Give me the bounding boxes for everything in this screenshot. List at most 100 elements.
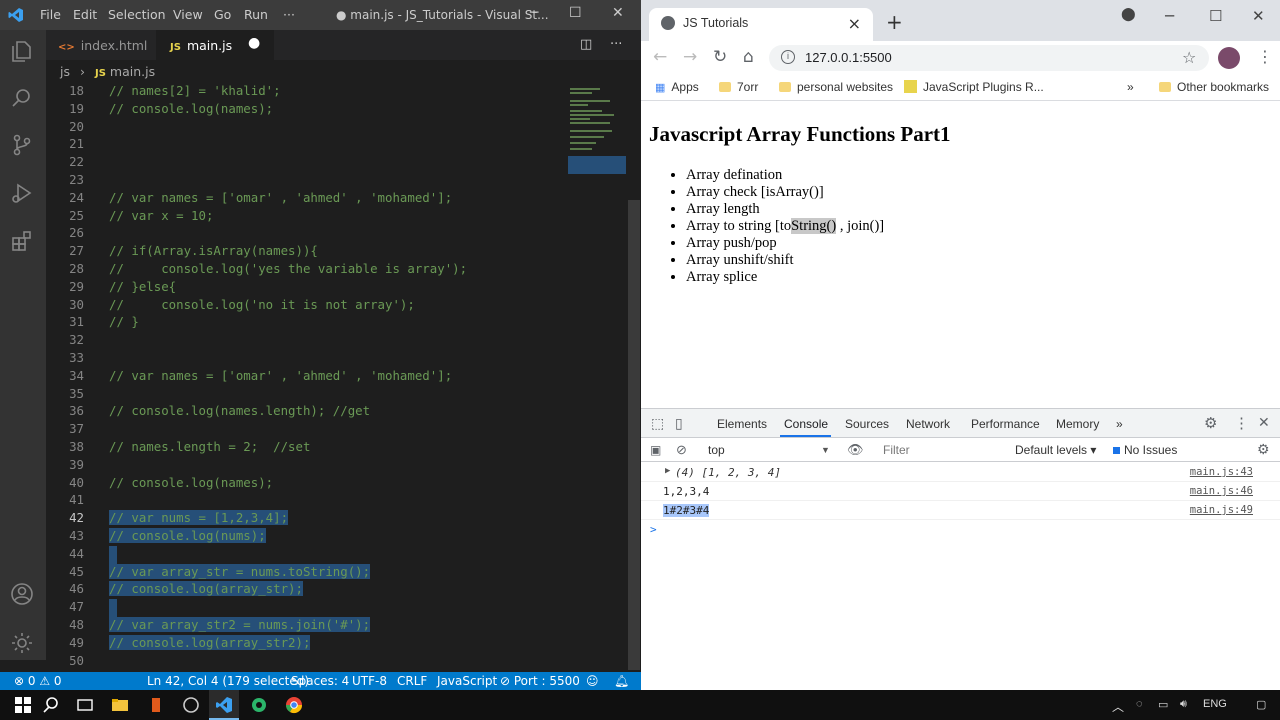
sidebar-toggle-icon[interactable]: ▣ xyxy=(650,443,661,457)
task-view-icon[interactable] xyxy=(76,696,94,714)
tab-performance[interactable]: Performance xyxy=(971,417,1040,431)
code-line[interactable]: 35 xyxy=(46,386,628,404)
battery-icon[interactable]: ▭ xyxy=(1158,698,1168,711)
language-mode[interactable]: JavaScript xyxy=(437,674,497,688)
code-line[interactable]: 18 // names[2] = 'khalid'; xyxy=(46,83,628,101)
feedback-icon[interactable]: ☺ xyxy=(586,674,599,688)
maximize-button[interactable]: ☐ xyxy=(1209,7,1222,25)
bookmark-javascript-plugins[interactable]: JavaScript Plugins R... xyxy=(904,80,1044,94)
code-line[interactable]: 41 xyxy=(46,492,628,510)
menu-view[interactable]: View xyxy=(173,7,203,22)
chrome-menu-icon[interactable]: ⋮ xyxy=(1257,47,1273,66)
log-levels-dropdown[interactable]: Default levels ▾ xyxy=(1015,443,1096,457)
volume-icon[interactable]: 🔊︎ xyxy=(1180,698,1187,711)
more-actions-icon[interactable]: ··· xyxy=(610,37,622,52)
tab-sources[interactable]: Sources xyxy=(845,417,889,431)
menu-file[interactable]: File xyxy=(40,7,61,22)
forward-arrow-icon[interactable]: → xyxy=(683,47,697,67)
code-line[interactable]: 50 xyxy=(46,653,628,670)
live-expression-eye-icon[interactable]: 👁︎ xyxy=(847,442,864,458)
code-line[interactable]: 37 xyxy=(46,421,628,439)
close-tab-icon[interactable]: × xyxy=(848,14,861,33)
message-source-link[interactable]: main.js:43 xyxy=(1190,466,1253,478)
tab-memory[interactable]: Memory xyxy=(1056,417,1099,431)
code-line[interactable]: 38 // names.length = 2; //set xyxy=(46,439,628,457)
code-line[interactable]: 33 xyxy=(46,350,628,368)
language-indicator[interactable]: ENG xyxy=(1203,698,1227,710)
chrome-icon[interactable] xyxy=(285,696,303,714)
devtools-settings-icon[interactable]: ⚙ xyxy=(1204,414,1217,432)
source-control-icon[interactable] xyxy=(9,132,37,160)
clear-console-icon[interactable]: ⊘ xyxy=(676,442,687,458)
network-icon[interactable]: ◌ xyxy=(1136,698,1143,710)
devtools-menu-icon[interactable]: ⋮ xyxy=(1234,414,1249,432)
tab-console[interactable]: Console xyxy=(784,417,828,431)
code-line[interactable]: 48 // var array_str2 = nums.join('#'); xyxy=(46,617,628,635)
address-bar[interactable]: i 127.0.0.1:5500 xyxy=(769,45,1209,71)
message-source-link[interactable]: main.js:46 xyxy=(1190,485,1253,497)
chrome-tab[interactable]: JS Tutorials × xyxy=(649,8,873,41)
code-line[interactable]: 30 // console.log('no it is not array'); xyxy=(46,297,628,315)
code-line[interactable]: 46 // console.log(array_str); xyxy=(46,581,628,599)
code-line[interactable]: 49 // console.log(array_str2); xyxy=(46,634,628,653)
code-line[interactable]: 32 xyxy=(46,332,628,350)
vscode-icon[interactable] xyxy=(215,696,233,714)
bookmark-star-icon[interactable]: ☆ xyxy=(1182,48,1196,67)
message-source-link[interactable]: main.js:49 xyxy=(1190,504,1253,516)
menu-go[interactable]: Go xyxy=(214,7,231,22)
app-icon[interactable] xyxy=(147,696,165,714)
menu-edit[interactable]: Edit xyxy=(73,7,97,22)
code-line[interactable]: 44 xyxy=(46,545,628,564)
home-icon[interactable]: ⌂ xyxy=(743,47,754,67)
code-line[interactable]: 19 // console.log(names); xyxy=(46,101,628,119)
minimize-button[interactable]: ─ xyxy=(530,5,538,21)
inspect-element-icon[interactable]: ⬚ xyxy=(651,415,664,432)
code-line[interactable]: 43 // console.log(nums); xyxy=(46,528,628,546)
code-line[interactable]: 20 xyxy=(46,119,628,137)
new-tab-button[interactable]: + xyxy=(886,10,903,34)
account-icon[interactable] xyxy=(9,581,37,609)
info-icon[interactable]: i xyxy=(781,50,795,64)
code-line[interactable]: 39 xyxy=(46,457,628,475)
expand-arrow-icon[interactable]: ▶ xyxy=(665,466,670,476)
bookmark-7orr[interactable]: 7orr xyxy=(719,80,758,94)
console-prompt[interactable]: > xyxy=(641,520,1280,539)
end-of-line[interactable]: CRLF xyxy=(397,674,427,688)
menu-run[interactable]: Run xyxy=(244,7,268,22)
menu-more[interactable]: ··· xyxy=(283,7,295,22)
code-line[interactable]: 23 xyxy=(46,172,628,190)
windows-start-icon[interactable] xyxy=(14,696,32,714)
chevron-down-icon[interactable]: ▼ xyxy=(821,445,830,455)
indentation[interactable]: Spaces: 4 xyxy=(291,674,349,688)
breadcrumb-folder[interactable]: js xyxy=(60,64,70,79)
code-line[interactable]: 45 // var array_str = nums.toString(); xyxy=(46,563,628,582)
code-line[interactable]: 25 // var x = 10; xyxy=(46,208,628,226)
settings-gear-icon[interactable] xyxy=(9,630,37,658)
reload-icon[interactable]: ↻ xyxy=(713,47,727,67)
search-icon[interactable] xyxy=(42,696,60,714)
bookmark-apps[interactable]: ▦ Apps xyxy=(655,80,699,94)
close-devtools-icon[interactable]: ✕ xyxy=(1258,414,1270,431)
tab-index-html[interactable]: <> index.html xyxy=(46,30,156,60)
notifications-icon[interactable]: ▢ xyxy=(1256,698,1266,711)
live-server-port[interactable]: ⊘ Port : 5500 xyxy=(500,674,580,688)
file-explorer-icon[interactable] xyxy=(111,696,129,714)
code-line[interactable]: 22 xyxy=(46,154,628,172)
minimize-button[interactable]: ─ xyxy=(1165,7,1174,25)
more-bookmarks-icon[interactable]: » xyxy=(1127,80,1134,94)
menu-selection[interactable]: Selection xyxy=(108,7,166,22)
issues-button[interactable]: No Issues xyxy=(1113,443,1177,457)
tab-network[interactable]: Network xyxy=(906,417,950,431)
code-line[interactable]: 31 // } xyxy=(46,314,628,332)
encoding[interactable]: UTF-8 xyxy=(352,674,387,688)
code-line[interactable]: 36 // console.log(names.length); //get xyxy=(46,403,628,421)
minimap[interactable] xyxy=(566,82,628,177)
code-line[interactable]: 24 // var names = ['omar' , 'ahmed' , 'mo… xyxy=(46,190,628,208)
problems-indicator[interactable]: ⊗ 0 ⚠ 0 xyxy=(14,674,62,688)
device-toolbar-icon[interactable]: ▯ xyxy=(675,415,683,432)
bookmark-personal-websites[interactable]: personal websites xyxy=(779,80,893,94)
console-message[interactable]: 1#2#3#4 main.js:49 xyxy=(641,501,1280,520)
breadcrumb-file[interactable]: main.js xyxy=(110,64,155,79)
unsaved-dot-icon[interactable]: ● xyxy=(248,35,260,51)
tab-elements[interactable]: Elements xyxy=(717,417,767,431)
